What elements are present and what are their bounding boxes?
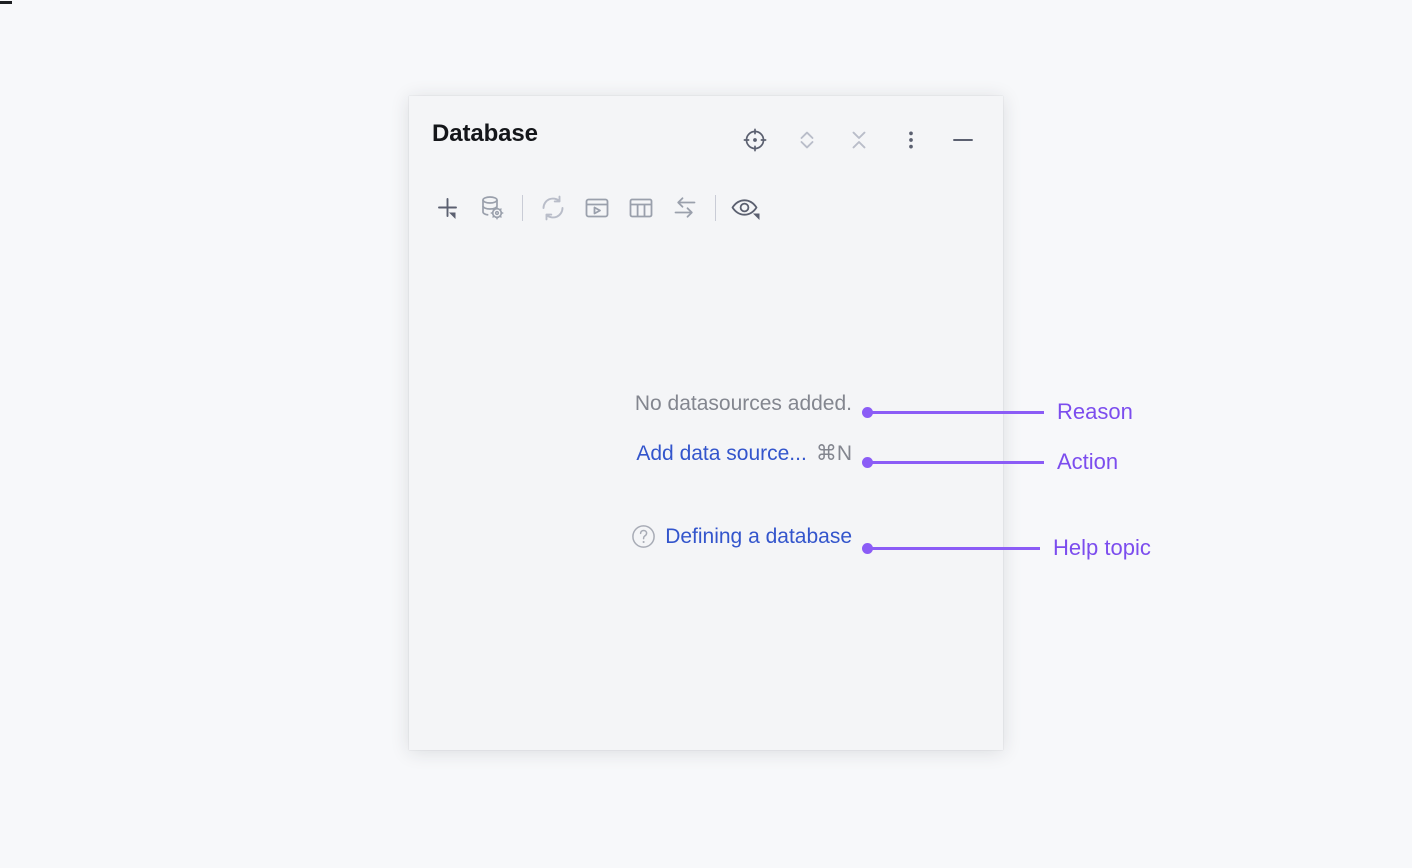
question-mark-circle-icon (631, 524, 656, 549)
annotation-reason: Reason (862, 399, 1133, 425)
annotation-help-topic: Help topic (862, 535, 1151, 561)
annotation-leader-line (872, 460, 1044, 464)
annotation-action: Action (862, 449, 1118, 475)
help-topic-row[interactable]: Defining a database (631, 524, 852, 549)
annotation-leader-line (872, 546, 1040, 550)
empty-state-action: Add data source... ⌘N (636, 441, 852, 466)
annotation-leader-line (872, 410, 1044, 414)
help-topic-link[interactable]: Defining a database (665, 525, 852, 549)
annotation-label: Action (1057, 449, 1119, 474)
empty-state-reason: No datasources added. (634, 392, 852, 415)
capture-artifact (0, 1, 12, 4)
add-data-source-shortcut: ⌘N (815, 442, 852, 465)
annotation-label: Help topic (1053, 535, 1151, 560)
annotation-label: Reason (1057, 399, 1133, 424)
add-data-source-link[interactable]: Add data source... (636, 442, 806, 465)
